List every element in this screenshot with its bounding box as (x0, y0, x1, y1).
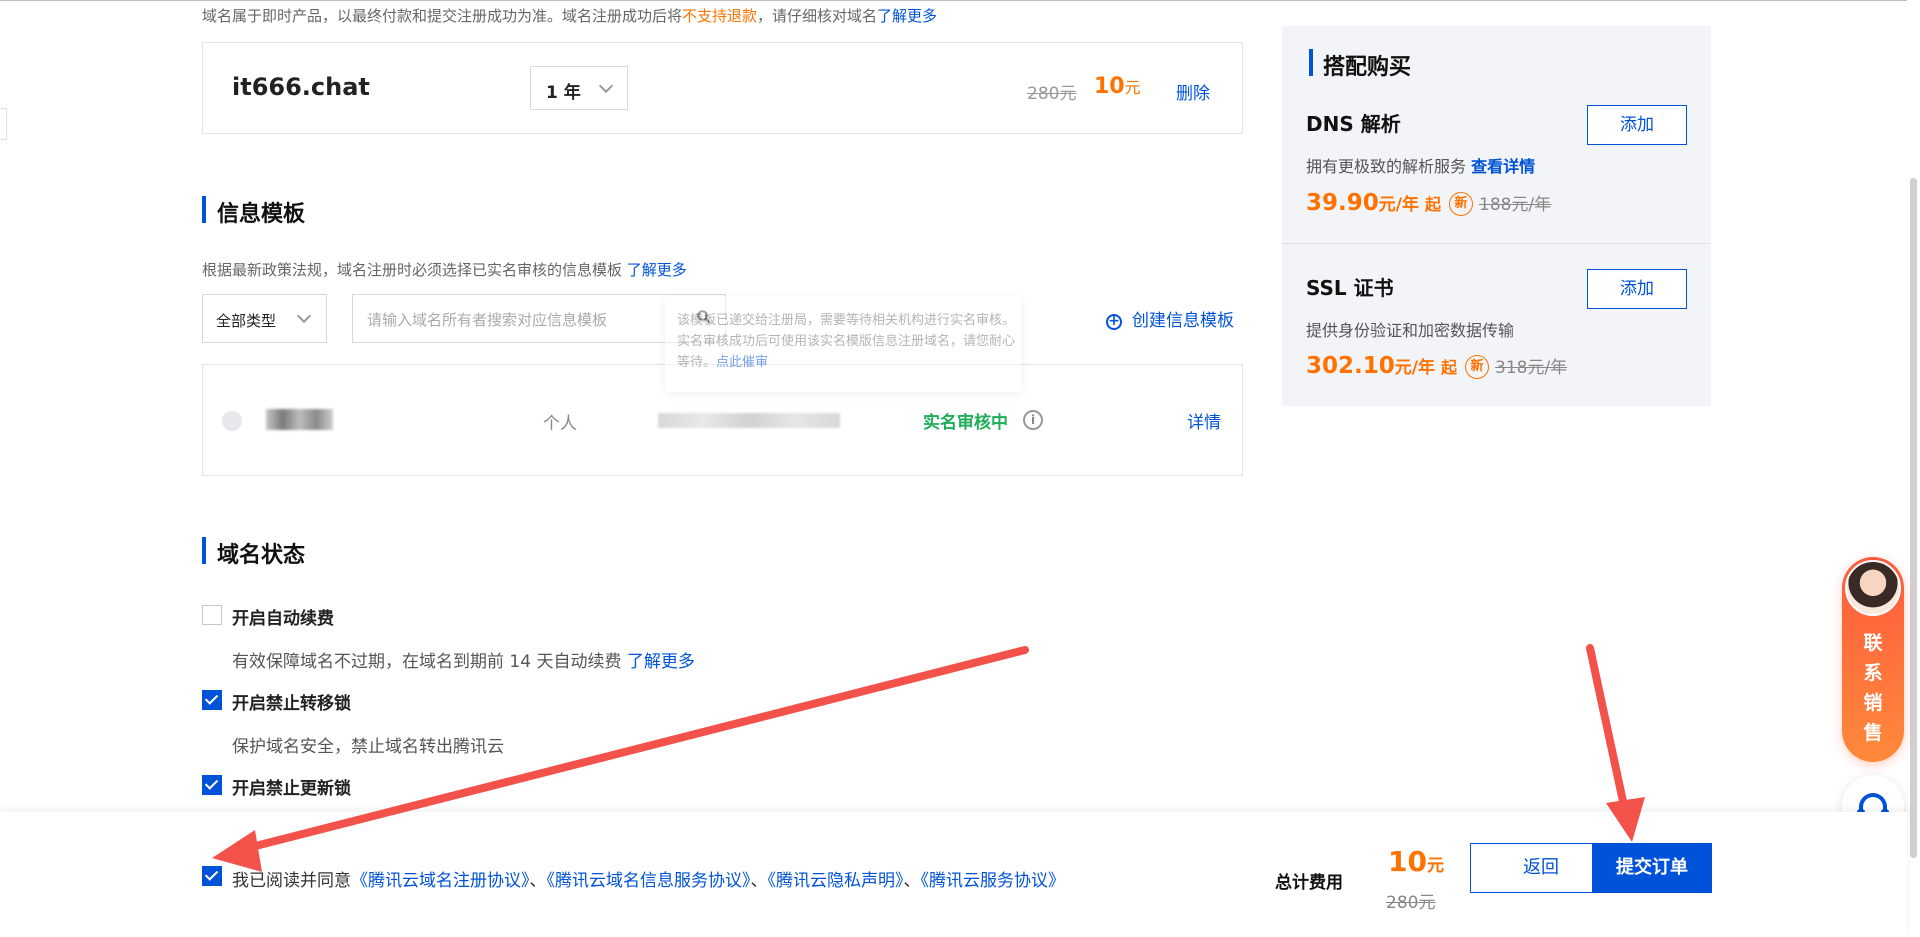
total-original-price: 280元 (1386, 893, 1436, 913)
agent-avatar (1845, 560, 1901, 616)
transfer-lock-label: 开启禁止转移锁 (232, 694, 351, 714)
info-template-title: 信息模板 (217, 202, 306, 227)
agree-prefix: 我已阅读并同意 (232, 871, 351, 891)
dns-addon-desc: 拥有更极致的解析服务 查看详情 (1306, 153, 1535, 177)
create-template-label: 创建信息模板 (1132, 311, 1234, 331)
template-owner-name-redacted (266, 409, 333, 430)
notice-learn-more-link[interactable]: 了解更多 (877, 7, 937, 25)
agreement-link-info-service[interactable]: 《腾讯云域名信息服务协议》 (547, 871, 751, 891)
bundle-title: 搭配购买 (1323, 55, 1412, 80)
agreement-link-privacy[interactable]: 《腾讯云隐私声明》 (768, 871, 904, 891)
tooltip-body: 该模板已递交给注册局，需要等待相关机构进行实名审核。实名审核成功后可使用该实名模… (677, 310, 1015, 373)
tooltip-urge-link[interactable]: 点此催审 (716, 355, 768, 370)
transfer-lock-checkbox[interactable] (202, 690, 222, 710)
auto-renew-learn-more-link[interactable]: 了解更多 (627, 652, 695, 672)
agreement-link-registration[interactable]: 《腾讯云域名注册协议》 (351, 871, 530, 891)
submit-order-button[interactable]: 提交订单 (1592, 843, 1712, 893)
domain-original-price: 280元 (1027, 84, 1077, 104)
contact-sales-label: 联系销售 (1863, 632, 1883, 744)
ssl-price-unit: 元/年 (1394, 358, 1435, 378)
auto-renew-checkbox[interactable] (202, 605, 222, 625)
new-badge: 新 (1449, 192, 1473, 216)
period-value: 1 年 (546, 83, 581, 103)
plus-icon: + (1106, 314, 1122, 330)
no-refund-warning: 不支持退款 (682, 7, 758, 25)
add-ssl-button[interactable]: 添加 (1587, 269, 1687, 309)
template-status: 实名审核中 (923, 413, 1008, 433)
domain-price-value: 10 (1094, 74, 1125, 99)
new-badge: 新 (1465, 355, 1489, 379)
auto-renew-desc-text: 有效保障域名不过期，在域名到期前 14 天自动续费 (232, 652, 622, 672)
ssl-addon-desc: 提供身份验证和加密数据传输 (1306, 321, 1515, 340)
template-radio[interactable] (222, 411, 242, 431)
notice-suffix: ，请仔细核对域名 (757, 7, 878, 25)
period-select[interactable]: 1 年 (530, 66, 628, 110)
agreement-separator: 、 (750, 871, 768, 891)
domain-price: 10元 (1094, 74, 1141, 99)
total-price-unit: 元 (1426, 856, 1444, 876)
section-marker (202, 196, 206, 223)
notice-text: 域名属于即时产品，以最终付款和提交注册成功为准。域名注册成功后将 (202, 7, 683, 25)
chevron-down-icon (296, 308, 312, 324)
section-marker (202, 537, 206, 564)
template-search-input[interactable] (365, 307, 669, 333)
dns-addon-desc-text: 拥有更极致的解析服务 (1306, 157, 1467, 176)
dns-old-price: 188元/年 (1479, 195, 1552, 215)
template-info-redacted (658, 413, 840, 428)
domain-price-unit: 元 (1124, 78, 1141, 97)
transfer-lock-desc: 保护域名安全，禁止域名转出腾讯云 (232, 737, 504, 757)
delete-domain-link[interactable]: 删除 (1176, 79, 1210, 104)
dns-price-qi: 起 (1424, 195, 1441, 214)
dns-addon-name: DNS 解析 (1306, 112, 1401, 136)
ssl-price-qi: 起 (1440, 358, 1457, 377)
template-type-select[interactable]: 全部类型 (202, 294, 327, 343)
agreement-checkbox[interactable] (202, 866, 222, 886)
ssl-addon-price: 302.10元/年起新 318元/年 (1306, 353, 1567, 379)
scrollbar-thumb[interactable] (1910, 178, 1917, 858)
chevron-down-icon (598, 78, 614, 94)
template-detail-link[interactable]: 详情 (1187, 408, 1221, 433)
ssl-old-price: 318元/年 (1495, 358, 1568, 378)
ssl-price-value: 302.10 (1306, 353, 1395, 379)
auto-renew-label: 开启自动续费 (232, 609, 334, 629)
agreement-text: 我已阅读并同意《腾讯云域名注册协议》、《腾讯云域名信息服务协议》、《腾讯云隐私声… (232, 866, 1065, 891)
agreement-separator: 、 (529, 871, 547, 891)
left-edge-tab[interactable] (0, 108, 7, 140)
total-price: 10元 (1388, 845, 1444, 878)
update-lock-checkbox[interactable] (202, 775, 222, 795)
dns-addon-price: 39.90元/年起新 188元/年 (1306, 190, 1551, 216)
panel-divider (1282, 243, 1711, 244)
top-border (0, 0, 1920, 1)
refund-notice: 域名属于即时产品，以最终付款和提交注册成功为准。域名注册成功后将不支持退款，请仔… (202, 5, 937, 26)
agreement-link-service[interactable]: 《腾讯云服务协议》 (921, 871, 1066, 891)
back-button[interactable]: 返回 (1470, 843, 1612, 893)
template-type: 个人 (543, 414, 577, 434)
policy-text-body: 根据最新政策法规，域名注册时必须选择已实名审核的信息模板 (202, 261, 623, 279)
policy-text: 根据最新政策法规，域名注册时必须选择已实名审核的信息模板 了解更多 (202, 259, 687, 280)
dns-view-details-link[interactable]: 查看详情 (1471, 157, 1535, 176)
create-template-button[interactable]: + 创建信息模板 (1106, 306, 1234, 331)
ssl-addon-name: SSL 证书 (1306, 276, 1394, 300)
info-icon[interactable]: i (1023, 410, 1043, 430)
auto-renew-desc: 有效保障域名不过期，在域名到期前 14 天自动续费 了解更多 (232, 647, 695, 672)
policy-learn-more-link[interactable]: 了解更多 (627, 261, 687, 279)
status-tooltip: 该模板已递交给注册局，需要等待相关机构进行实名审核。实名审核成功后可使用该实名模… (665, 296, 1021, 392)
add-dns-button[interactable]: 添加 (1587, 105, 1687, 145)
total-price-value: 10 (1388, 845, 1427, 878)
dns-price-unit: 元/年 (1378, 195, 1419, 215)
domain-name: it666.chat (232, 73, 370, 101)
domain-status-title: 域名状态 (217, 543, 306, 568)
section-marker (1309, 49, 1313, 76)
agreement-separator: 、 (903, 871, 921, 891)
template-type-value: 全部类型 (216, 312, 277, 330)
dns-price-value: 39.90 (1306, 190, 1379, 216)
total-cost-label: 总计费用 (1275, 873, 1343, 893)
bundle-purchase-panel (1282, 26, 1711, 406)
update-lock-label: 开启禁止更新锁 (232, 779, 351, 799)
